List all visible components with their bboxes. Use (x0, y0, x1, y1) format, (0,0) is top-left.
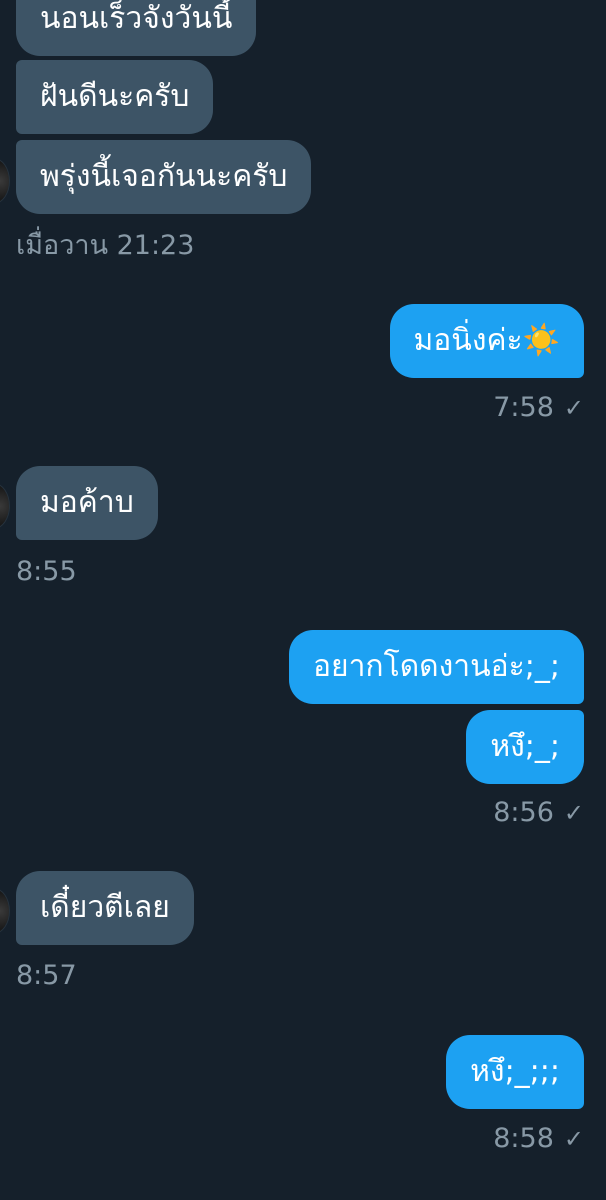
contact-avatar[interactable] (0, 483, 10, 529)
message-timestamp: เมื่อวาน 21:23 (16, 230, 195, 261)
message-timestamp: 8:55 (16, 556, 77, 587)
contact-avatar[interactable] (0, 888, 10, 934)
message-timestamp: 8:58 (493, 1123, 554, 1154)
outgoing-message-bubble[interactable]: หงึ;_;;; (446, 1035, 584, 1109)
message-status: 7:58 ✓ (493, 392, 584, 424)
outgoing-message-bubble[interactable]: หงึ;_; (466, 710, 584, 784)
incoming-message-bubble[interactable]: มอค้าบ (16, 466, 158, 540)
incoming-message-bubble[interactable]: ฝันดีนะครับ (16, 60, 214, 134)
sent-check-icon: ✓ (563, 1125, 584, 1153)
incoming-message-bubble[interactable]: พรุ่งนี้เจอกันนะครับ (16, 140, 312, 214)
message-timestamp: 8:57 (16, 960, 77, 991)
outgoing-message-bubble[interactable]: อยากโดดงานอ่ะ;_; (288, 630, 584, 704)
message-status: 8:58 ✓ (493, 1123, 584, 1155)
sent-check-icon: ✓ (563, 394, 584, 422)
message-timestamp: 8:56 (493, 797, 554, 828)
outgoing-message-bubble[interactable]: มอนิ่งค่ะ☀️ (389, 304, 584, 378)
incoming-message-bubble[interactable]: เดี๋ยวตีเลย (16, 871, 194, 945)
incoming-message-bubble[interactable]: นอนเร็วจังวันนี้ (16, 0, 257, 56)
contact-avatar[interactable] (0, 158, 10, 204)
message-timestamp: 7:58 (493, 392, 554, 423)
sent-check-icon: ✓ (563, 799, 584, 827)
message-status: 8:56 ✓ (493, 797, 584, 829)
